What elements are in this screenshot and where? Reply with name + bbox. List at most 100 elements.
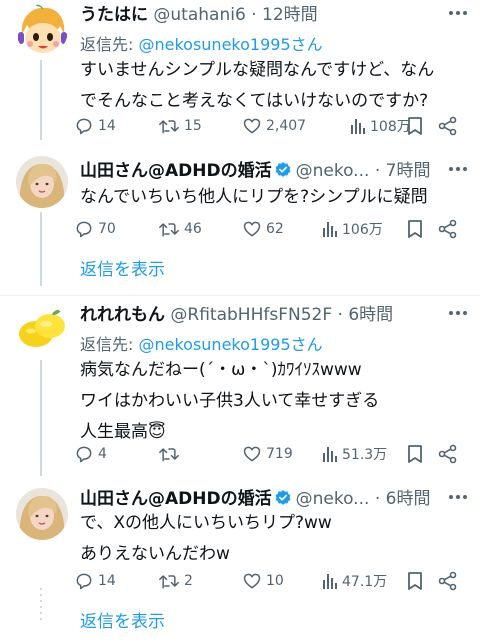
like-icon (243, 118, 261, 134)
replying-to-label: 返信先: (80, 335, 139, 354)
more-icon[interactable] (446, 158, 470, 180)
show-replies-link[interactable]: 返信を表示 (80, 607, 165, 632)
like-button[interactable]: 10 (242, 568, 284, 594)
reply-button[interactable]: 14 (74, 113, 116, 139)
share-icon (438, 219, 457, 239)
retweet-button[interactable]: 46 (158, 216, 202, 242)
replying-to-link[interactable]: @nekosuneko1995さん (138, 35, 322, 54)
thread-line-dashed (40, 248, 42, 278)
share-button[interactable] (438, 441, 462, 467)
action-bar: 4 719 51.3万 (74, 441, 464, 467)
tweet-header: 山田さん@ADHDの婚活 @neko... · 7時間 (80, 158, 436, 184)
tweet-text: すいませんシンプルな疑問なんですけど、なん でそんなこと考えなくてはいけないので… (80, 60, 435, 111)
retweet-button[interactable]: 15 (158, 113, 202, 139)
timestamp[interactable]: 6時間 (386, 489, 431, 509)
separator-dot: · (337, 305, 343, 325)
tweet-header: れれれもん @RfitabHHfsFN52F · 6時間 (80, 302, 436, 328)
verified-badge-icon (275, 490, 290, 505)
display-name[interactable]: 山田さん@ADHDの婚活 (80, 489, 272, 509)
more-icon[interactable] (446, 302, 470, 324)
tweet-yamada-2[interactable]: 山田さん@ADHDの婚活 @neko... · 6時間 で、Xの他人にいちいちリプ… (0, 484, 480, 640)
views-button[interactable]: 106万 (322, 216, 383, 242)
like-count: 719 (266, 446, 293, 462)
user-handle[interactable]: @neko... (296, 489, 370, 509)
like-button[interactable]: 62 (242, 216, 284, 242)
display-name[interactable]: うたはに (80, 5, 148, 25)
timestamp[interactable]: 6時間 (348, 305, 393, 325)
views-count: 47.1万 (342, 574, 388, 590)
views-count: 108万 (370, 119, 411, 135)
avatar-yamada[interactable] (16, 156, 68, 208)
views-button[interactable]: 51.3万 (322, 441, 387, 467)
like-icon (243, 446, 261, 462)
retweet-count: 2 (184, 573, 193, 589)
like-count: 62 (266, 221, 284, 237)
thread-divider (0, 295, 480, 296)
reply-button[interactable]: 14 (74, 568, 116, 594)
reply-button[interactable]: 70 (74, 216, 116, 242)
share-button[interactable] (438, 568, 462, 594)
bookmark-button[interactable] (406, 113, 428, 139)
views-button[interactable]: 108万 (350, 113, 411, 139)
reply-button[interactable]: 4 (74, 441, 107, 467)
separator-dot: · (374, 161, 381, 181)
like-button[interactable]: 719 (242, 441, 293, 467)
user-handle[interactable]: @utahani6 (153, 5, 245, 25)
tweet-header: うたはに @utahani6 · 12時間 (80, 2, 436, 28)
avatar-utahani[interactable] (16, 4, 68, 56)
retweet-button[interactable]: 2 (158, 568, 193, 594)
tweet-rerere[interactable]: れれれもん @RfitabHHfsFN52F · 6時間 返信先: @nekos… (0, 300, 480, 476)
user-handle[interactable]: @neko... (296, 161, 370, 181)
bookmark-icon (408, 117, 422, 135)
reply-icon (76, 573, 92, 590)
views-icon (351, 119, 365, 134)
bookmark-button[interactable] (406, 568, 428, 594)
more-icon[interactable] (446, 486, 470, 508)
tweet-text-line: 病気なんだねー(´・ω・`)ｶﾜｲｿｽwww (80, 360, 362, 380)
action-bar: 70 46 62 106万 (74, 216, 464, 242)
avatar-yamada[interactable] (16, 488, 68, 540)
timestamp[interactable]: 12時間 (262, 5, 318, 25)
share-icon (438, 116, 457, 136)
share-icon (438, 571, 457, 591)
share-button[interactable] (438, 216, 462, 242)
share-button[interactable] (438, 113, 462, 139)
replying-to: 返信先: @nekosuneko1995さん (80, 331, 323, 355)
tweet-text: 病気なんだねー(´・ω・`)ｶﾜｲｿｽwww ワイはかわいい子供3人いて幸せすぎ… (80, 355, 466, 448)
bookmark-button[interactable] (406, 441, 428, 467)
bookmark-button[interactable] (406, 216, 428, 242)
share-icon (438, 444, 457, 464)
reply-count: 4 (98, 446, 107, 462)
separator-dot: · (251, 5, 257, 25)
views-count: 51.3万 (342, 447, 388, 463)
display-name[interactable]: 山田さん@ADHDの婚活 (80, 161, 272, 181)
tweet-yamada-1[interactable]: 山田さん@ADHDの婚活 @neko... · 7時間 なんでいちいち他人にリプを… (0, 152, 480, 288)
replying-to-link[interactable]: @nekosuneko1995さん (138, 335, 322, 354)
tweet-text-line: ワイはかわいい子供3人いて幸せすぎる (80, 391, 380, 411)
views-count: 106万 (342, 222, 383, 238)
views-button[interactable]: 47.1万 (322, 568, 387, 594)
replying-to: 返信先: @nekosuneko1995さん (80, 31, 323, 55)
avatar-rerere[interactable] (16, 304, 68, 356)
like-button[interactable]: 2,407 (242, 113, 306, 139)
verified-badge-icon (275, 162, 290, 177)
more-icon[interactable] (446, 2, 470, 24)
retweet-button[interactable] (158, 441, 184, 467)
thread-line (40, 60, 42, 140)
timestamp[interactable]: 7時間 (386, 161, 431, 181)
tweet-text: で、Xの他人にいちいちリプ?ww ありえないんだわw (80, 513, 332, 564)
emoji: 😇 (148, 422, 166, 442)
like-icon (243, 221, 261, 237)
user-handle[interactable]: @RfitabHHfsFN52F (170, 305, 332, 325)
display-name[interactable]: れれれもん (80, 305, 165, 325)
retweet-count: 15 (184, 118, 202, 134)
thread-line (40, 360, 42, 476)
tweet-text: なんでいちいち他人にリプを?シンプルに疑問 (80, 187, 428, 207)
show-replies-link[interactable]: 返信を表示 (80, 255, 165, 280)
tweet-utahani[interactable]: うたはに @utahani6 · 12時間 返信先: @nekosuneko19… (0, 0, 480, 142)
like-icon (243, 573, 261, 589)
views-icon (323, 447, 337, 462)
retweet-icon (159, 448, 179, 462)
reply-icon (76, 446, 92, 463)
reply-count: 70 (98, 221, 116, 237)
